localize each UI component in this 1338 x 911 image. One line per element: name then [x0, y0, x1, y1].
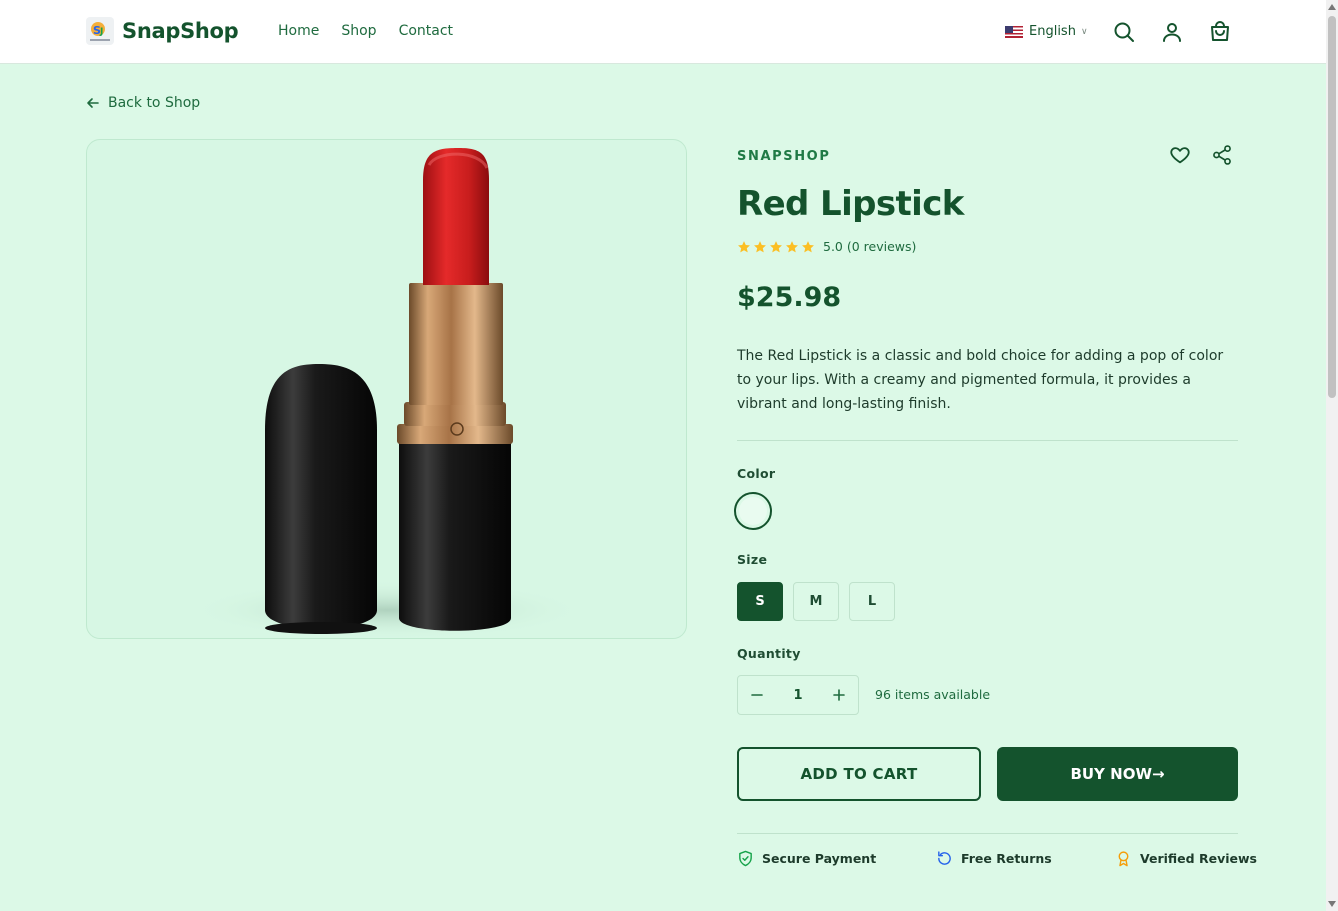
language-label: English [1029, 24, 1076, 39]
search-icon[interactable] [1112, 20, 1136, 44]
product-rating: 5.0 (0 reviews) [737, 239, 916, 254]
product-description: The Red Lipstick is a classic and bold c… [737, 348, 1224, 412]
trust-free-returns: Free Returns [936, 850, 1052, 867]
back-link-label: Back to Shop [108, 95, 201, 111]
logo-icon: S J [86, 17, 114, 45]
stock-availability: 96 items available [875, 687, 991, 702]
star-icon [770, 240, 782, 252]
add-to-cart-button[interactable]: ADD TO CART [737, 747, 981, 801]
rotate-icon [938, 851, 951, 865]
shield-check-icon [739, 850, 752, 867]
product-brand: SNAPSHOP [737, 149, 831, 164]
scroll-down-arrow[interactable] [1328, 901, 1336, 907]
site-header: S J SnapShop Home Shop Contact English ∨ [0, 0, 1326, 64]
size-option-s[interactable]: S [737, 582, 783, 621]
color-label: Color [737, 466, 776, 481]
product-image [86, 139, 687, 639]
star-icon [738, 240, 750, 252]
nav-shop[interactable]: Shop [341, 23, 376, 39]
quantity-value[interactable]: 1 [793, 688, 802, 703]
divider [737, 440, 1238, 441]
nav-home[interactable]: Home [278, 23, 319, 39]
size-option-l[interactable]: L [849, 582, 895, 621]
lipstick-image [187, 148, 587, 638]
divider [737, 833, 1238, 834]
svg-text:J: J [99, 27, 103, 37]
arrow-left-icon [87, 98, 99, 108]
plus-icon[interactable] [832, 688, 846, 702]
logo[interactable]: S J SnapShop [86, 17, 239, 45]
main-nav: Home Shop Contact [278, 23, 453, 39]
minus-icon[interactable] [750, 688, 764, 702]
scroll-thumb[interactable] [1328, 16, 1336, 398]
back-to-shop-link[interactable]: Back to Shop [86, 95, 200, 111]
star-rating [737, 240, 815, 254]
share-icon[interactable] [1211, 144, 1233, 166]
language-selector[interactable]: English ∨ [1005, 24, 1088, 39]
trust-secure-payment: Secure Payment [737, 850, 876, 867]
buy-now-button[interactable]: BUY NOW→ [997, 747, 1238, 801]
verified-reviews-label: Verified Reviews [1140, 851, 1257, 866]
user-icon[interactable] [1160, 20, 1184, 44]
size-label: Size [737, 552, 768, 567]
star-icon [754, 240, 766, 252]
award-icon [1118, 851, 1129, 867]
us-flag-icon [1005, 25, 1023, 38]
secure-payment-label: Secure Payment [762, 851, 877, 866]
free-returns-label: Free Returns [961, 851, 1052, 866]
star-icon [802, 240, 814, 252]
color-swatch[interactable] [734, 492, 772, 530]
quantity-stepper: 1 [737, 675, 859, 715]
product-price: $25.98 [737, 282, 842, 313]
product-title: Red Lipstick [737, 184, 964, 224]
heart-icon[interactable] [1169, 144, 1191, 166]
size-option-m[interactable]: M [793, 582, 839, 621]
trust-verified-reviews: Verified Reviews [1115, 850, 1257, 867]
quantity-label: Quantity [737, 646, 801, 661]
rating-text: 5.0 (0 reviews) [823, 239, 917, 254]
chevron-down-icon: ∨ [1080, 26, 1088, 37]
scroll-up-arrow[interactable] [1328, 4, 1336, 10]
cart-icon[interactable] [1208, 20, 1232, 44]
star-icon [786, 240, 798, 252]
page-scrollbar[interactable] [1326, 0, 1338, 911]
nav-contact[interactable]: Contact [399, 23, 453, 39]
brand-name: SnapShop [122, 19, 239, 43]
